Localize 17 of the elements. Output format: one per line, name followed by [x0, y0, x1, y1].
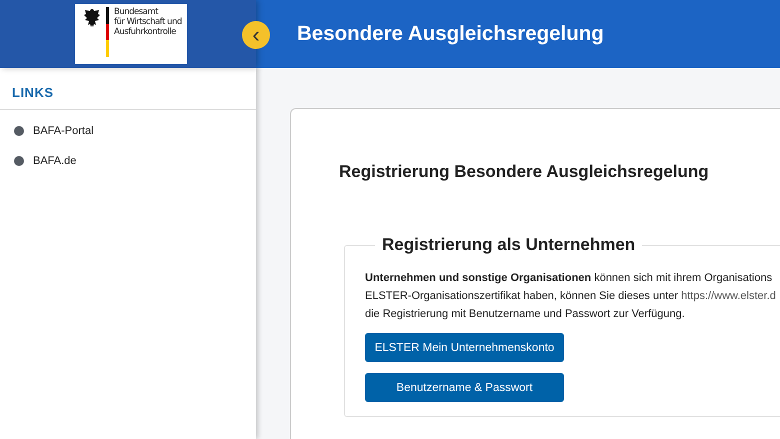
page-title: Besondere Ausgleichsregelung	[297, 22, 604, 47]
login-button[interactable]: ELSTER Mein Unternehmenskonto	[365, 333, 564, 362]
logo-text: Bundesamt für Wirtschaft und Ausfuhrkontrolle	[114, 7, 182, 37]
sidebar-link[interactable]: BAFA.de	[33, 155, 76, 167]
collapse-button[interactable]: ‹	[242, 21, 270, 49]
sidebar-heading: LINKS	[0, 68, 256, 110]
bullet-icon	[14, 156, 24, 166]
agency-logo[interactable]: Bundesamt für Wirtschaft und Ausfuhrkontrolle	[75, 4, 187, 64]
bullet-icon	[14, 126, 24, 136]
section-heading: Registrierung als Unternehmen	[381, 235, 636, 255]
sidebar-link[interactable]: BAFA-Portal	[33, 125, 94, 137]
card-heading: Registrierung Besondere Ausgleichsregelung	[339, 162, 710, 182]
flag-stripe-icon	[106, 7, 109, 57]
eagle-icon	[83, 8, 101, 28]
intro-paragraph: Unternehmen und sonstige Organisationen können sich mit ihrem Organisations ELSTER-Organisationszertifikat haben, können Sie dieses unter https://www.elster.d die Registrierung mit Benutzername und Passwort zur Verfügung.	[365, 271, 777, 322]
elster-link[interactable]: https://www.elster.d	[681, 290, 776, 302]
login-button[interactable]: Benutzername & Passwort	[365, 373, 564, 402]
